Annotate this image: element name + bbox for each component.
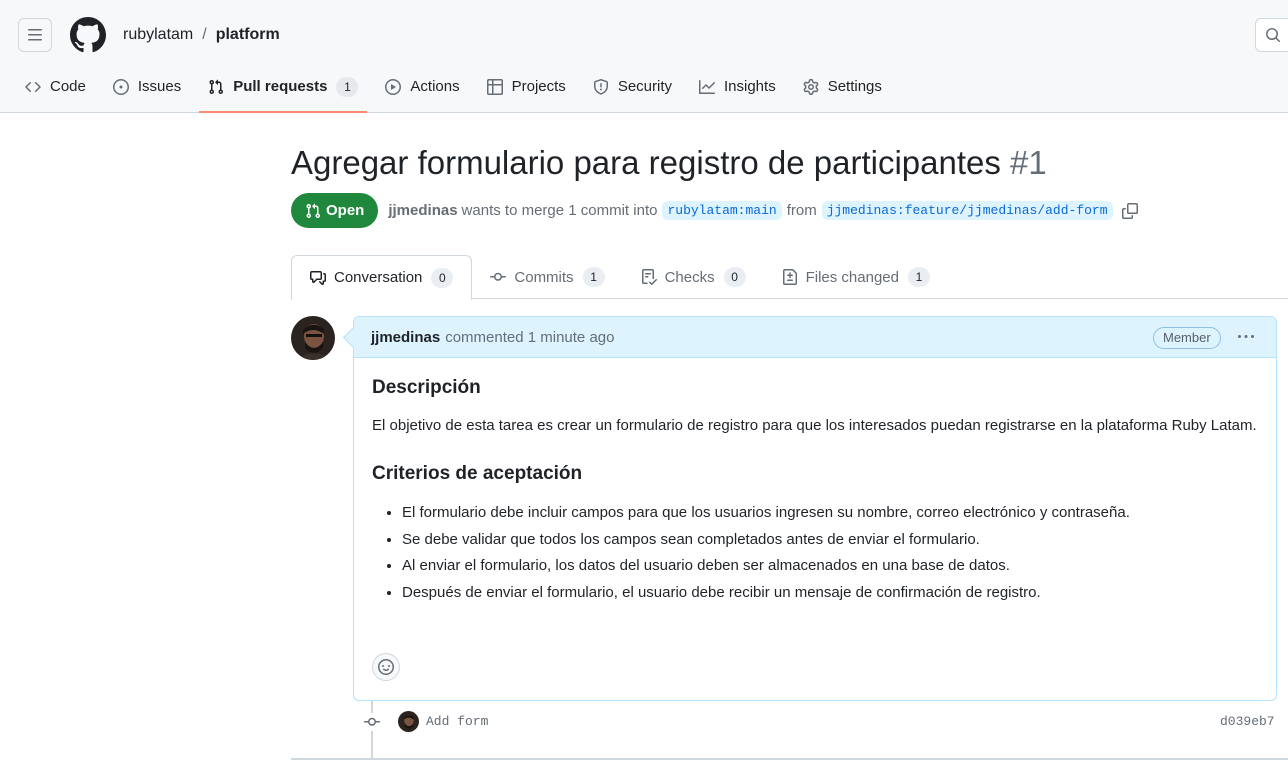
description-paragraph: El objetivo de esta tarea es crear un fo…	[372, 417, 1257, 434]
comment-card: jjmedinas commented 1 minute ago Member …	[353, 316, 1277, 701]
base-branch-link[interactable]: rubylatam:main	[662, 201, 782, 220]
file-diff-icon	[782, 269, 797, 285]
list-item: El formulario debe incluir campos para q…	[402, 500, 1258, 526]
list-item: Se debe validar que todos los campos sea…	[402, 527, 1258, 553]
repo-name-link[interactable]: platform	[216, 25, 280, 45]
git-pull-request-icon	[209, 79, 224, 94]
nav-issues-label: Issues	[137, 78, 182, 95]
pr-number: #1	[1010, 144, 1047, 181]
gear-icon	[803, 78, 819, 95]
repo-owner-link[interactable]: rubylatam	[123, 25, 193, 45]
tab-commits-label: Commits	[514, 268, 574, 286]
pr-author-link[interactable]: jjmedinas	[388, 202, 457, 219]
nav-actions-label: Actions	[410, 78, 460, 95]
code-icon	[25, 81, 41, 92]
kebab-horizontal-icon	[1238, 335, 1254, 338]
add-reaction-button[interactable]	[372, 653, 400, 681]
comment-timestamp[interactable]: commented 1 minute ago	[445, 329, 614, 346]
nav-projects-label: Projects	[511, 78, 566, 95]
pr-title: Agregar formulario para registro de part…	[291, 142, 1047, 184]
three-bars-icon	[28, 29, 42, 41]
issue-opened-icon	[112, 78, 129, 95]
pr-title-text: Agregar formulario para registro de part…	[291, 144, 1001, 181]
nav-code[interactable]: Code	[16, 68, 95, 105]
git-pull-request-icon	[306, 203, 321, 218]
breadcrumb-separator: /	[202, 26, 207, 43]
play-icon	[385, 78, 402, 95]
git-commit-icon	[490, 272, 507, 281]
repo-navigation: Code Issues Pull requests 1 Actions Proj…	[16, 68, 900, 113]
tab-conversation-counter: 0	[431, 267, 454, 288]
github-logo-icon[interactable]	[70, 17, 106, 53]
hamburger-menu-button[interactable]	[18, 18, 52, 52]
comment-header: jjmedinas commented 1 minute ago Member	[354, 317, 1276, 358]
commit-author-avatar[interactable]	[398, 711, 419, 732]
commit-message-link[interactable]: Add form	[426, 714, 488, 729]
description-heading: Descripción	[372, 377, 481, 398]
checklist-icon	[641, 269, 657, 285]
nav-insights-label: Insights	[724, 78, 776, 95]
pull-requests-counter: 1	[336, 76, 359, 97]
tab-conversation[interactable]: Conversation 0	[291, 255, 473, 300]
nav-insights[interactable]: Insights	[690, 68, 785, 105]
nav-actions[interactable]: Actions	[376, 68, 468, 105]
head-branch-link[interactable]: jjmedinas:feature/jjmedinas/add-form	[821, 201, 1113, 220]
shield-icon	[593, 78, 608, 95]
graph-icon	[699, 79, 715, 94]
tab-files-changed[interactable]: Files changed 1	[764, 255, 948, 299]
tab-conversation-label: Conversation	[334, 269, 423, 286]
repo-header: rubylatam / platform Code Issues Pull re…	[0, 0, 1288, 113]
nav-issues[interactable]: Issues	[104, 68, 190, 105]
pr-from-text: from	[786, 202, 817, 219]
commit-sha-link[interactable]: d039eb7	[1220, 714, 1275, 729]
repo-breadcrumb: rubylatam / platform	[123, 25, 280, 45]
search-button[interactable]	[1255, 18, 1288, 52]
comment-options-button[interactable]	[1234, 325, 1258, 349]
nav-settings-label: Settings	[827, 78, 882, 95]
nav-projects[interactable]: Projects	[478, 68, 575, 105]
comment-discussion-icon	[310, 270, 326, 285]
git-commit-icon	[364, 717, 380, 726]
table-icon	[486, 78, 503, 95]
acceptance-criteria-heading: Criterios de aceptación	[372, 463, 583, 484]
tab-commits[interactable]: Commits 1	[472, 255, 622, 299]
nav-security-label: Security	[617, 78, 672, 95]
smiley-icon	[378, 659, 394, 675]
list-item: Al enviar el formulario, los datos del u…	[402, 553, 1258, 579]
tab-checks-label: Checks	[664, 268, 715, 286]
nav-pull-requests-label: Pull requests	[233, 78, 328, 95]
pr-state-badge: Open	[291, 193, 379, 228]
tab-commits-counter: 1	[582, 267, 605, 287]
nav-settings[interactable]: Settings	[794, 68, 891, 105]
nav-code-label: Code	[50, 78, 86, 95]
tab-files-changed-label: Files changed	[805, 268, 899, 286]
acceptance-criteria-list: El formulario debe incluir campos para q…	[372, 500, 1258, 606]
tab-checks-counter: 0	[723, 267, 746, 287]
search-icon	[1266, 28, 1281, 43]
comment-author-link[interactable]: jjmedinas	[371, 329, 440, 346]
list-item: Después de enviar el formulario, el usua…	[402, 580, 1258, 606]
pr-state-row: Open jjmedinas wants to merge 1 commit i…	[291, 193, 1138, 228]
avatar-image	[291, 316, 335, 360]
pr-tabs: Conversation 0 Commits 1 Checks 0 Files …	[291, 255, 1288, 300]
member-badge: Member	[1153, 327, 1221, 349]
avatar-image	[398, 711, 419, 732]
tab-files-changed-counter: 1	[908, 267, 930, 287]
commit-event	[361, 713, 383, 731]
tab-checks[interactable]: Checks 0	[623, 255, 764, 299]
copy-icon[interactable]	[1121, 202, 1138, 219]
nav-pull-requests[interactable]: Pull requests 1	[199, 68, 368, 113]
pr-merge-text: wants to merge 1 commit into	[461, 202, 658, 219]
pr-state-label: Open	[326, 202, 365, 219]
divider	[291, 758, 1288, 760]
author-avatar[interactable]	[291, 316, 335, 360]
comment-body: Descripción El objetivo de esta tarea es…	[354, 358, 1276, 606]
nav-security[interactable]: Security	[584, 68, 681, 105]
